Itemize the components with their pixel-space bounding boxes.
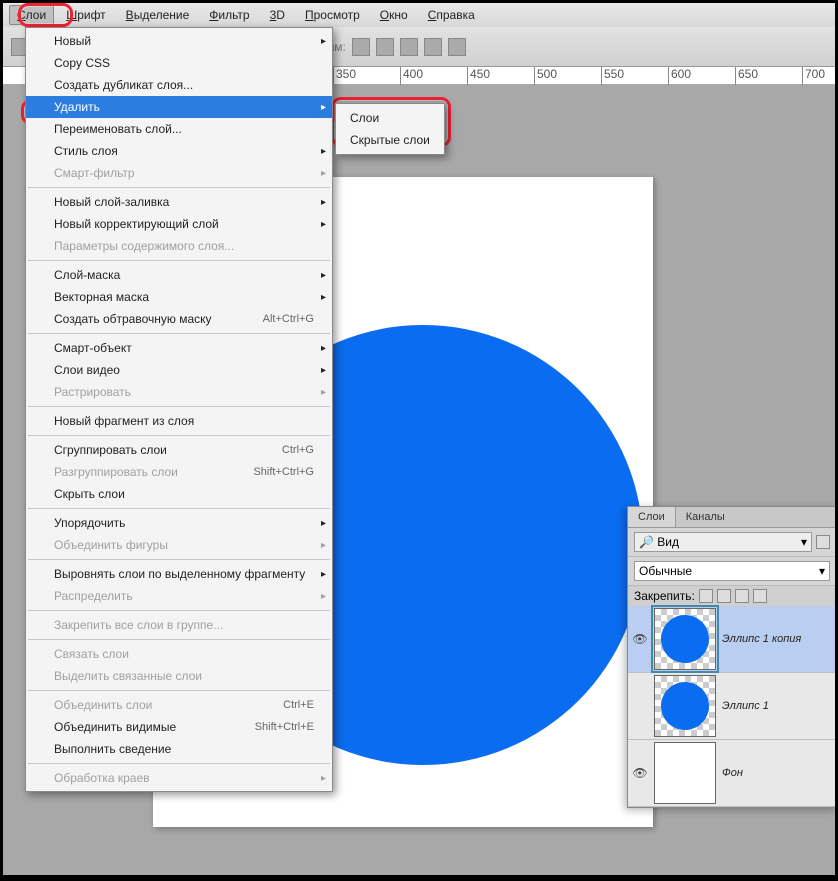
layers-panel[interactable]: СлоиКаналы 🔎 Вид ▾ Обычные ▾ Закрепить: … bbox=[627, 506, 835, 808]
chevron-icon: ▾ bbox=[801, 535, 807, 549]
layer-name-label[interactable]: Фон bbox=[722, 767, 832, 779]
menu-item: Объединить слоиCtrl+E bbox=[26, 694, 332, 716]
layer-thumbnail[interactable] bbox=[654, 742, 716, 804]
panel-tab-слои[interactable]: Слои bbox=[628, 507, 676, 527]
menubar: СлоиШрифтВыделениеФильтр3DПросмотрОкноСп… bbox=[3, 3, 835, 27]
menu-item[interactable]: Объединить видимыеShift+Ctrl+E bbox=[26, 716, 332, 738]
3d-icon[interactable] bbox=[376, 38, 394, 56]
menubar-item-просмотр[interactable]: Просмотр bbox=[297, 5, 368, 25]
layer-name-label[interactable]: Эллипс 1 копия bbox=[722, 633, 832, 645]
menu-item[interactable]: Векторная маска bbox=[26, 286, 332, 308]
visibility-eye-icon[interactable]: 👁 bbox=[632, 632, 648, 646]
menu-item[interactable]: Стиль слоя bbox=[26, 140, 332, 162]
layer-row[interactable]: Эллипс 1 bbox=[628, 673, 835, 740]
menu-item: Связать слои bbox=[26, 643, 332, 665]
menu-item: Выделить связанные слои bbox=[26, 665, 332, 687]
layer-filter-select[interactable]: 🔎 Вид ▾ bbox=[634, 532, 812, 552]
menu-item[interactable]: Слой-маска bbox=[26, 264, 332, 286]
submenu-item[interactable]: Скрытые слои bbox=[336, 129, 444, 151]
menu-item[interactable]: Скрыть слои bbox=[26, 483, 332, 505]
layer-list: 👁 Эллипс 1 копия Эллипс 1 👁 Фон bbox=[628, 606, 835, 807]
3d-icon[interactable] bbox=[352, 38, 370, 56]
delete-submenu: СлоиСкрытые слои bbox=[335, 103, 445, 155]
menubar-item-фильтр[interactable]: Фильтр bbox=[201, 5, 257, 25]
menu-item[interactable]: Новый фрагмент из слоя bbox=[26, 410, 332, 432]
lock-transparent-icon[interactable] bbox=[699, 589, 713, 603]
chevron-icon: ▾ bbox=[819, 564, 825, 578]
lock-row: Закрепить: bbox=[628, 586, 835, 606]
3d-icon[interactable] bbox=[448, 38, 466, 56]
menu-item[interactable]: Смарт-объект bbox=[26, 337, 332, 359]
menu-item: Объединить фигуры bbox=[26, 534, 332, 556]
layer-name-label[interactable]: Эллипс 1 bbox=[722, 700, 832, 712]
menubar-item-3d[interactable]: 3D bbox=[262, 5, 293, 25]
menu-item[interactable]: Упорядочить bbox=[26, 512, 332, 534]
menubar-item-окно[interactable]: Окно bbox=[372, 5, 416, 25]
layer-thumbnail[interactable] bbox=[654, 608, 716, 670]
menubar-item-выделение[interactable]: Выделение bbox=[118, 5, 198, 25]
menu-item[interactable]: Новый слой-заливка bbox=[26, 191, 332, 213]
3d-icon[interactable] bbox=[424, 38, 442, 56]
menu-item: Параметры содержимого слоя... bbox=[26, 235, 332, 257]
menu-item[interactable]: Удалить bbox=[26, 96, 332, 118]
menu-item[interactable]: Выполнить сведение bbox=[26, 738, 332, 760]
menu-item: Закрепить все слои в группе... bbox=[26, 614, 332, 636]
menu-item[interactable]: Слои видео bbox=[26, 359, 332, 381]
menu-item: Растрировать bbox=[26, 381, 332, 403]
3d-icon[interactable] bbox=[400, 38, 418, 56]
layer-thumbnail[interactable] bbox=[654, 675, 716, 737]
panel-tab-каналы[interactable]: Каналы bbox=[676, 507, 735, 527]
panel-tabs: СлоиКаналы bbox=[628, 507, 835, 528]
menu-item[interactable]: Новый bbox=[26, 30, 332, 52]
menu-item[interactable]: Создать обтравочную маскуAlt+Ctrl+G bbox=[26, 308, 332, 330]
menu-item[interactable]: Переименовать слой... bbox=[26, 118, 332, 140]
menu-item: Обработка краев bbox=[26, 767, 332, 789]
filter-toggle-icon[interactable] bbox=[816, 535, 830, 549]
visibility-eye-icon[interactable]: 👁 bbox=[632, 766, 648, 780]
menubar-item-справка[interactable]: Справка bbox=[420, 5, 483, 25]
blend-mode-select[interactable]: Обычные ▾ bbox=[634, 561, 830, 581]
menu-item[interactable]: Copy CSS bbox=[26, 52, 332, 74]
menu-item: Распределить bbox=[26, 585, 332, 607]
menu-item[interactable]: Сгруппировать слоиCtrl+G bbox=[26, 439, 332, 461]
lock-position-icon[interactable] bbox=[735, 589, 749, 603]
lock-all-icon[interactable] bbox=[753, 589, 767, 603]
layer-row[interactable]: 👁 Эллипс 1 копия bbox=[628, 606, 835, 673]
menu-item[interactable]: Новый корректирующий слой bbox=[26, 213, 332, 235]
menu-item[interactable]: Выровнять слои по выделенному фрагменту bbox=[26, 563, 332, 585]
layers-menu-dropdown: НовыйCopy CSSСоздать дубликат слоя...Уда… bbox=[25, 27, 333, 792]
layer-row[interactable]: 👁 Фон bbox=[628, 740, 835, 807]
menu-item: Смарт-фильтр bbox=[26, 162, 332, 184]
menubar-item-шрифт[interactable]: Шрифт bbox=[58, 5, 113, 25]
menu-item[interactable]: Создать дубликат слоя... bbox=[26, 74, 332, 96]
menubar-item-слои[interactable]: Слои bbox=[9, 5, 54, 25]
lock-pixels-icon[interactable] bbox=[717, 589, 731, 603]
menu-item: Разгруппировать слоиShift+Ctrl+G bbox=[26, 461, 332, 483]
submenu-item[interactable]: Слои bbox=[336, 107, 444, 129]
